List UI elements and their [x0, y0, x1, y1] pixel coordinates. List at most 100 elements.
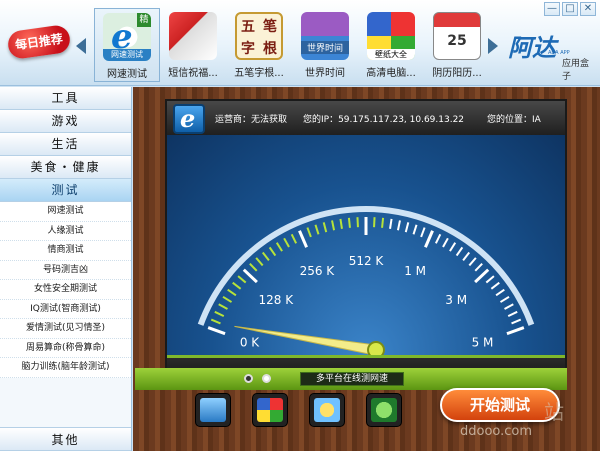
- platform-label: 多平台在线测网速: [300, 372, 404, 386]
- app-wubi[interactable]: 五 笔 字 根 五笔字根...: [226, 8, 292, 82]
- gauge-tick: [449, 242, 457, 252]
- category-other[interactable]: 其他: [0, 427, 131, 451]
- gauge-label: 1 M: [404, 264, 426, 278]
- gauge-tick: [214, 310, 225, 318]
- category-food-health[interactable]: 美食・健康: [0, 156, 131, 179]
- gauge-label: 512 K: [349, 254, 385, 268]
- gauge-label: 256 K: [300, 264, 336, 278]
- app-label: 短信祝福...: [168, 68, 218, 79]
- gauge-tick: [283, 237, 290, 248]
- gauge-tick: [474, 262, 483, 272]
- gauge-tick: [506, 326, 525, 336]
- gauge-tick: [507, 310, 518, 318]
- gauge-tick: [499, 295, 510, 303]
- gauge-tick: [306, 227, 312, 238]
- gauge-tick: [504, 303, 514, 310]
- gauge-tick: [222, 295, 233, 303]
- page-dot-1[interactable]: [244, 374, 253, 383]
- wubi-icon: 五 笔 字 根: [235, 12, 283, 60]
- sms-icon: [169, 12, 217, 60]
- gauge-tick: [249, 262, 258, 272]
- maximize-button[interactable]: □: [562, 2, 578, 16]
- scroll-right-arrow-icon[interactable]: [488, 38, 498, 54]
- gauge-tick: [290, 233, 298, 244]
- gauge-tick: [232, 281, 242, 290]
- app-calendar[interactable]: 25 阴历阳历...: [424, 8, 490, 82]
- game-app-icon[interactable]: [366, 393, 402, 427]
- gauge-tick: [210, 318, 221, 325]
- gauge-tick: [485, 275, 495, 284]
- sidebar-item-eq[interactable]: 情商测试: [0, 241, 131, 261]
- minimize-button[interactable]: —: [544, 2, 560, 16]
- sidebar-item-speedtest[interactable]: 网速测试: [0, 202, 131, 222]
- gauge-tick: [314, 224, 320, 235]
- gauge-tick: [298, 230, 308, 248]
- gauge-tick: [218, 303, 228, 310]
- gauge-background: 0 K 128 K 256 K 512 K 1 M 3 M 5 M: [167, 135, 565, 359]
- gauge-hub: [367, 341, 385, 359]
- app-label: 世界时间: [305, 68, 345, 79]
- app-speedtest[interactable]: e 精 网速测试 网速测试: [94, 8, 160, 82]
- sidebar-item-iq[interactable]: IQ测试(智商测试): [0, 299, 131, 319]
- app-label: 五笔字根...: [234, 68, 284, 79]
- thumb-strip: [195, 393, 402, 427]
- gauge-tick: [268, 246, 277, 257]
- gauge-tick: [255, 257, 264, 267]
- daily-recommend-badge[interactable]: 每日推荐: [6, 23, 72, 61]
- gauge-tick: [242, 268, 258, 284]
- gauge-tick: [347, 217, 351, 228]
- start-test-button[interactable]: 开始测试: [440, 388, 560, 422]
- app-label: 高清电脑...: [366, 68, 416, 79]
- category-life[interactable]: 生活: [0, 133, 131, 156]
- gauge-label: 5 M: [472, 336, 494, 350]
- gauge-tick: [396, 220, 401, 231]
- gauge-label: 128 K: [259, 293, 295, 307]
- sidebar-item-popularity[interactable]: 人缘测试: [0, 221, 131, 241]
- window-controls: — □ ✕: [544, 2, 596, 16]
- app-strip: e 精 网速测试 网速测试 短信祝福... 五 笔 字 根 五笔字根... 世界…: [94, 8, 490, 82]
- sidebar-item-zhouyi[interactable]: 周易算命(称骨算命): [0, 338, 131, 358]
- gauge-tick: [381, 217, 385, 228]
- sidebar-item-brain[interactable]: 脑力训练(脑年龄测试): [0, 358, 131, 378]
- cube-app-icon[interactable]: [252, 393, 288, 427]
- speed-gauge: 0 K 128 K 256 K 512 K 1 M 3 M 5 M: [197, 206, 535, 359]
- world-time-icon: 世界时间: [301, 12, 349, 60]
- gauge-tick: [495, 288, 505, 297]
- gauge-tick: [373, 217, 376, 228]
- category-test[interactable]: 测试: [0, 179, 131, 202]
- face-app-icon[interactable]: [309, 393, 345, 427]
- watermark-text: ddooo.com: [460, 424, 533, 439]
- ip-text: 您的IP：59.175.117.23, 10.69.13.22: [303, 115, 465, 125]
- gauge-tick: [389, 218, 393, 229]
- close-button[interactable]: ✕: [580, 2, 596, 16]
- speedtest-screen: e 运营商：无法获取 您的IP：59.175.117.23, 10.69.13.…: [165, 99, 567, 389]
- category-games[interactable]: 游戏: [0, 110, 131, 133]
- gauge-tick: [462, 251, 471, 261]
- gauge-tick: [404, 222, 410, 233]
- gauge-tick: [424, 230, 434, 248]
- page-dot-2[interactable]: [262, 374, 271, 383]
- sidebar-item-number-luck[interactable]: 号码测吉凶: [0, 260, 131, 280]
- gauge-tick: [356, 217, 359, 228]
- app-sms[interactable]: 短信祝福...: [160, 8, 226, 82]
- brand-logo: 阿达 ADA APP 应用盒子: [508, 34, 590, 82]
- gauge-tick: [434, 233, 442, 244]
- gauge-tick: [490, 281, 500, 290]
- online-app-icon[interactable]: [195, 393, 231, 427]
- category-tools[interactable]: 工具: [0, 87, 131, 110]
- sidebar-item-safe-period[interactable]: 女性安全期测试: [0, 280, 131, 300]
- app-world-time[interactable]: 世界时间 世界时间: [292, 8, 358, 82]
- location-text: 您的位置：IA: [487, 115, 541, 125]
- scroll-left-arrow-icon[interactable]: [76, 38, 86, 54]
- gauge-label: 0 K: [240, 336, 260, 350]
- gauge-tick: [322, 222, 328, 233]
- gauge-tick: [474, 268, 490, 284]
- category-sidebar: 工具 游戏 生活 美食・健康 测试 网速测试 人缘测试 情商测试 号码测吉凶 女…: [0, 87, 132, 451]
- sidebar-item-love[interactable]: 爱情测试(见习情圣): [0, 319, 131, 339]
- gauge-tick: [339, 218, 343, 229]
- info-bar: e 运营商：无法获取 您的IP：59.175.117.23, 10.69.13.…: [167, 101, 565, 135]
- gauge-tick: [275, 242, 283, 252]
- ie-logo-icon: e: [173, 104, 205, 134]
- gauge-tick: [455, 246, 464, 257]
- app-wallpaper[interactable]: 壁纸大全 高清电脑...: [358, 8, 424, 82]
